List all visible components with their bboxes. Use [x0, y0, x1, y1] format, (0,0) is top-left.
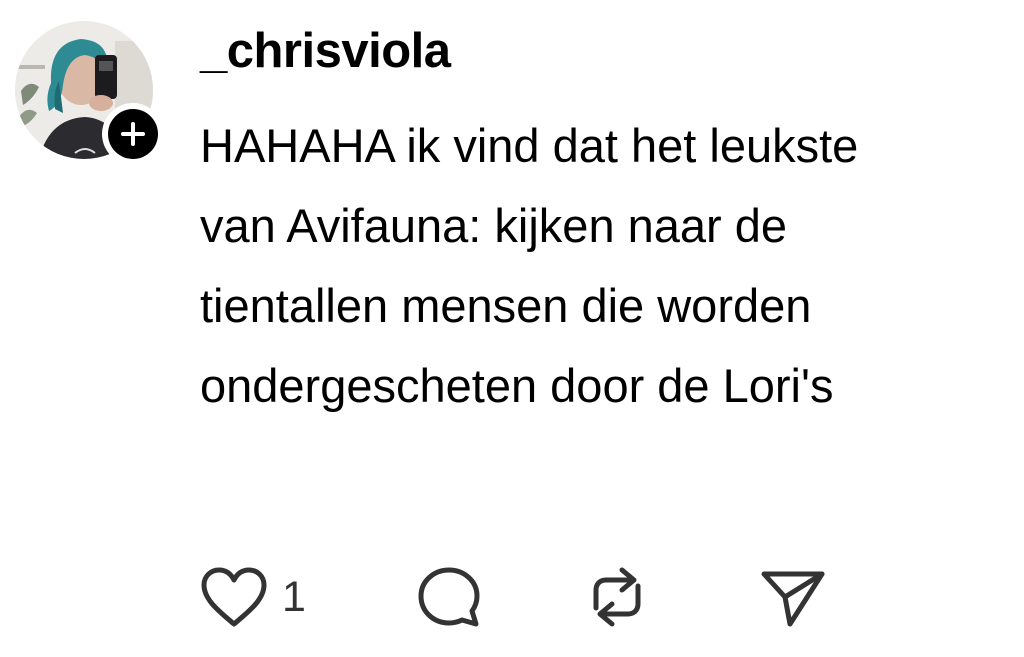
- heart-icon: [201, 567, 267, 627]
- comment-button[interactable]: [416, 564, 482, 630]
- like-button[interactable]: 1: [200, 564, 306, 630]
- send-icon: [761, 571, 825, 627]
- repost-button[interactable]: [584, 564, 650, 630]
- like-count: 1: [282, 573, 306, 621]
- comment-icon: [418, 567, 480, 627]
- plus-icon: [108, 109, 158, 159]
- action-bar: 1: [200, 564, 840, 630]
- username[interactable]: _chrisviola: [200, 21, 451, 81]
- avatar-container[interactable]: [15, 21, 164, 165]
- follow-button[interactable]: [102, 103, 164, 165]
- share-button[interactable]: [760, 564, 826, 630]
- repost-icon: [593, 567, 641, 627]
- post-text: HAHAHA ik vind dat het leukste van Avifa…: [200, 119, 859, 412]
